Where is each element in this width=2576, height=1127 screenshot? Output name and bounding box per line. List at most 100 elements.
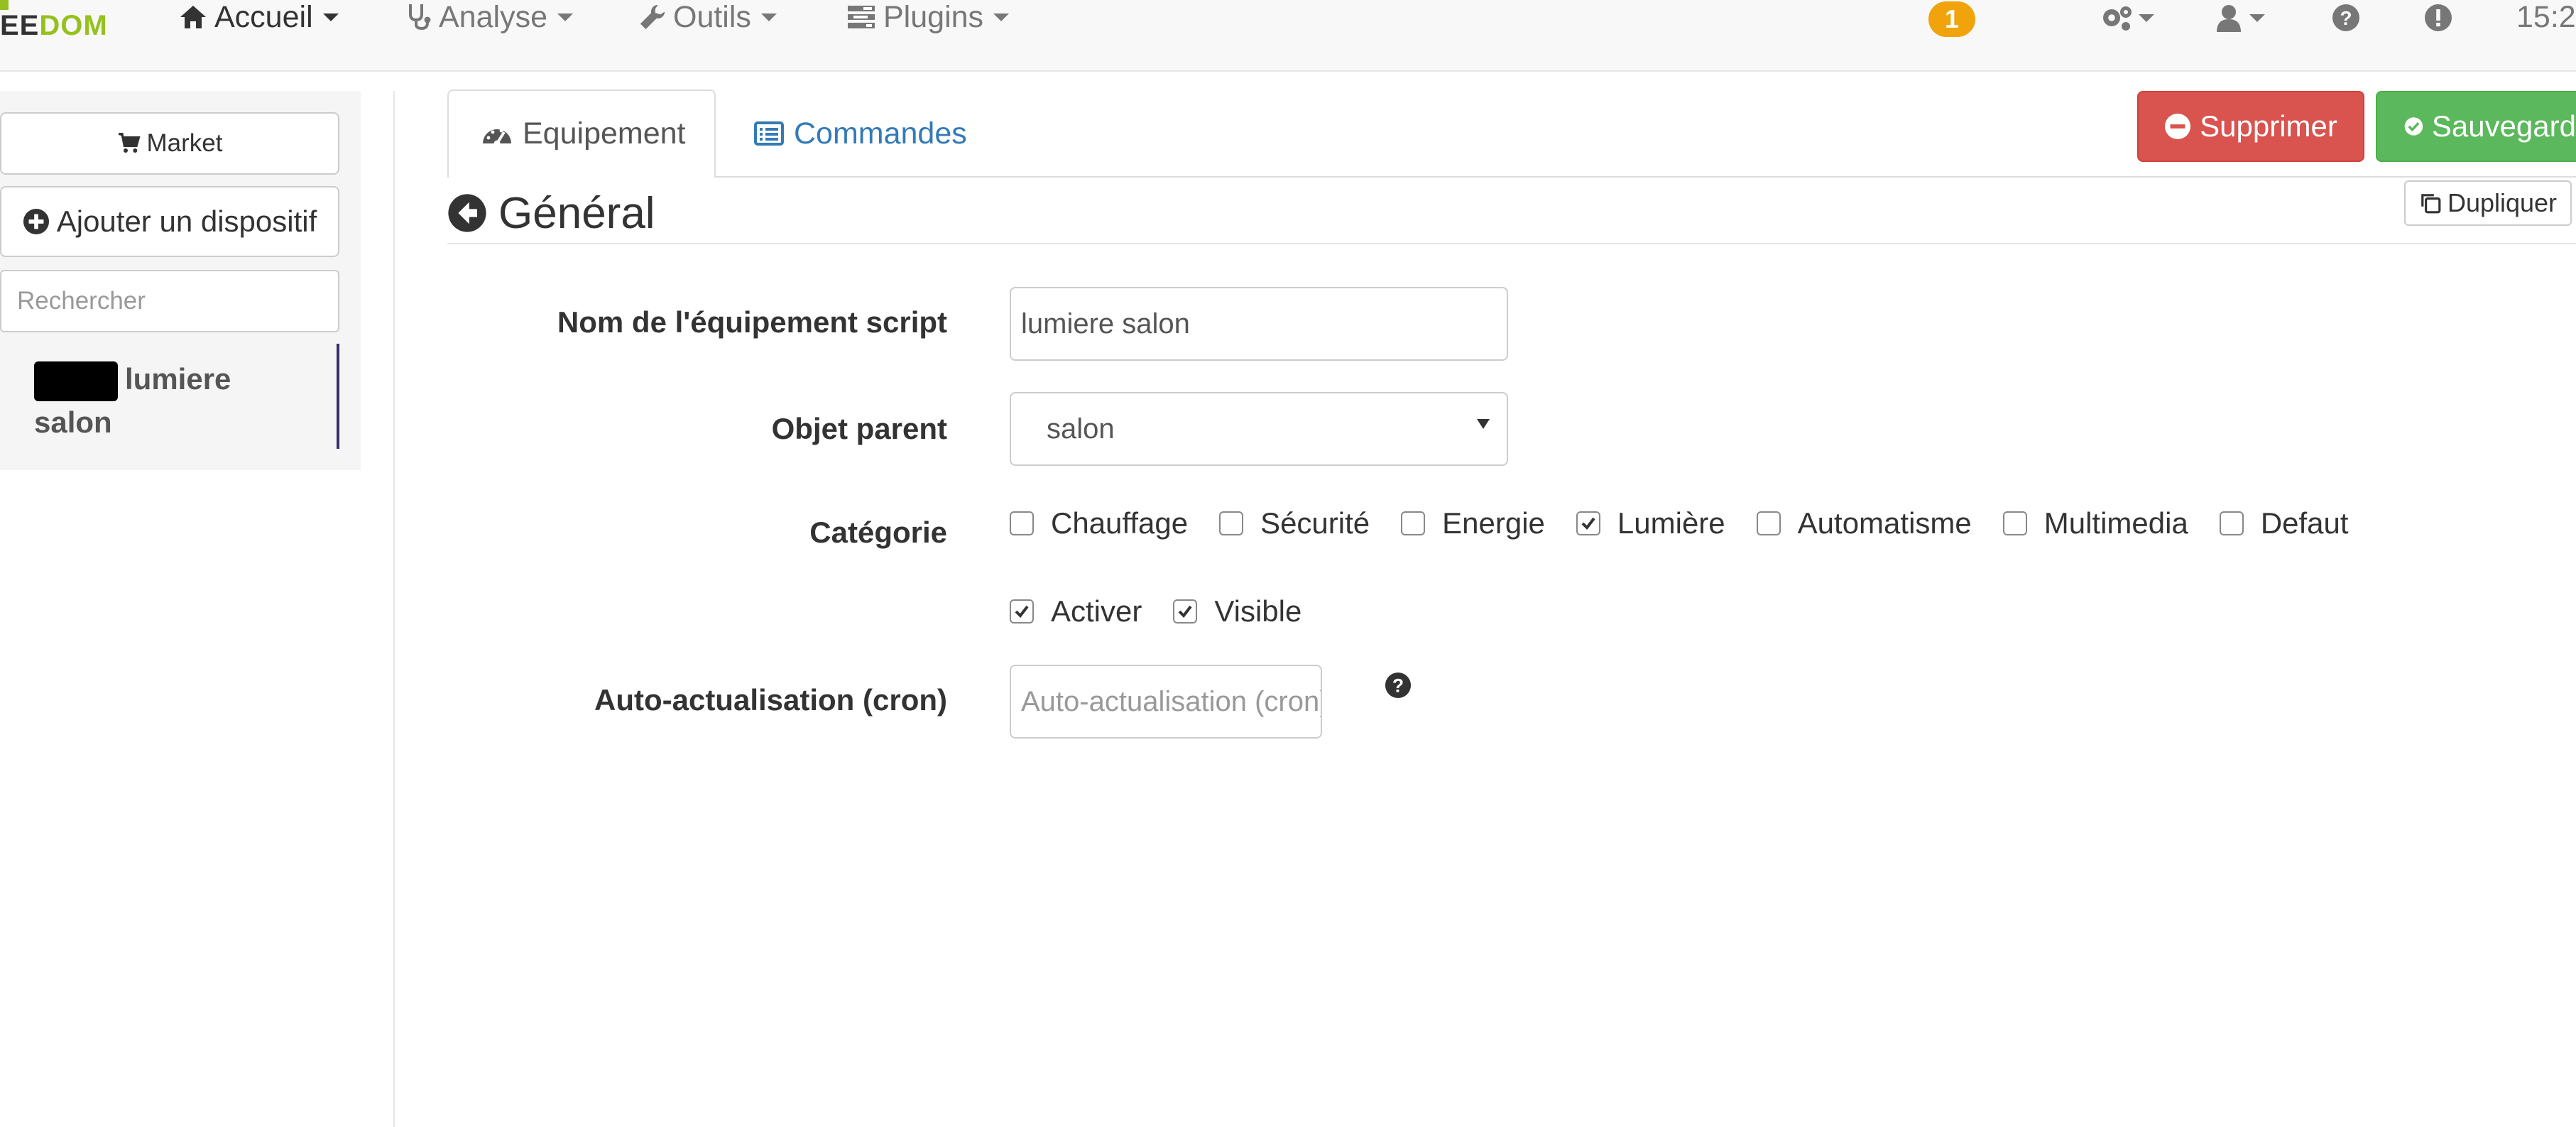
- checkbox[interactable]: [1010, 511, 1034, 535]
- market-button-label: Market: [146, 129, 223, 157]
- category-lumiere[interactable]: Lumière: [1576, 506, 1725, 540]
- gears-icon: [2103, 6, 2132, 31]
- logo-text-left: EE: [0, 10, 40, 41]
- save-button[interactable]: Sauvegard: [2376, 91, 2576, 162]
- checkbox-checked[interactable]: [1576, 511, 1600, 535]
- nav-plugins-label: Plugins: [883, 0, 984, 34]
- arrow-circle-left-icon[interactable]: [447, 193, 487, 233]
- chevron-down-icon: [2139, 13, 2154, 22]
- checkbox-checked[interactable]: [1010, 599, 1034, 624]
- checkbox[interactable]: [1756, 511, 1781, 535]
- parent-object-select[interactable]: salon: [1010, 392, 1508, 466]
- category-checkboxes: Chauffage Sécurité Energie Lumière Autom…: [1010, 501, 2380, 545]
- settings-menu[interactable]: [2100, 0, 2154, 36]
- category-label: Catégorie: [809, 516, 947, 549]
- tab-commandes[interactable]: Commandes: [754, 89, 967, 178]
- equipment-name-input[interactable]: lumiere salon: [1010, 287, 1508, 361]
- delete-button-label: Supprimer: [2200, 109, 2337, 143]
- flag-checkboxes: Activer Visible: [1010, 589, 1333, 633]
- check-icon: [1178, 605, 1192, 619]
- tab-commandes-label: Commandes: [794, 116, 967, 151]
- logo-text-right: DOM: [39, 10, 108, 41]
- nav-analyse[interactable]: Analyse: [406, 0, 573, 34]
- user-menu[interactable]: [2215, 0, 2265, 36]
- checkbox-label: Sécurité: [1260, 506, 1370, 540]
- user-icon: [2217, 5, 2241, 32]
- tab-equipement-content[interactable]: Equipement: [481, 89, 686, 178]
- alert-button[interactable]: [2424, 0, 2452, 36]
- notification-badge[interactable]: 1: [1928, 1, 1975, 37]
- plus-circle-icon: [23, 208, 49, 235]
- market-button[interactable]: Market: [0, 112, 339, 175]
- add-device-button[interactable]: Ajouter un dispositif: [0, 186, 339, 257]
- check-icon: [1581, 517, 1595, 530]
- checkbox[interactable]: [1401, 511, 1426, 535]
- checkbox-label: Multimedia: [2043, 506, 2188, 540]
- category-securite[interactable]: Sécurité: [1219, 506, 1370, 540]
- nav-analyse-label: Analyse: [439, 0, 547, 34]
- category-defaut[interactable]: Defaut: [2219, 506, 2349, 540]
- save-button-label: Sauvegard: [2431, 109, 2576, 143]
- checkbox-checked[interactable]: [1173, 599, 1198, 624]
- flag-activer[interactable]: Activer: [1010, 594, 1142, 628]
- select-arrow-icon: [1477, 419, 1490, 429]
- checkbox[interactable]: [2219, 511, 2244, 535]
- help-button[interactable]: ?: [2332, 0, 2360, 36]
- logo-mark: [0, 0, 9, 10]
- list-alt-icon: [754, 121, 784, 146]
- category-multimedia[interactable]: Multimedia: [2002, 506, 2188, 540]
- chevron-down-icon: [322, 13, 339, 21]
- minus-circle-icon: [2165, 113, 2191, 140]
- question-circle-icon: ?: [1385, 672, 1412, 699]
- duplicate-button[interactable]: Dupliquer: [2404, 180, 2572, 226]
- parent-object-value: salon: [1047, 413, 1115, 445]
- home-icon: [180, 6, 206, 28]
- nav-accueil[interactable]: Accueil: [179, 0, 339, 34]
- equipment-item-label-line1: lumiere: [125, 362, 231, 396]
- nav-outils[interactable]: Outils: [639, 0, 777, 34]
- checkbox[interactable]: [2002, 511, 2027, 535]
- chevron-down-icon: [993, 13, 1010, 21]
- tasks-icon: [848, 6, 875, 28]
- section-title: Général: [498, 188, 655, 238]
- nav-accueil-label: Accueil: [214, 0, 313, 34]
- parent-label: Objet parent: [771, 412, 947, 445]
- sidebar-divider: [393, 91, 395, 1127]
- checkbox-label: Lumière: [1617, 506, 1725, 540]
- section-legend: Général: [447, 186, 655, 240]
- nav-plugins[interactable]: Plugins: [846, 0, 1010, 34]
- cron-label: Auto-actualisation (cron): [594, 683, 947, 717]
- chevron-down-icon: [760, 13, 777, 21]
- checkbox-label: Chauffage: [1051, 506, 1189, 540]
- chevron-down-icon: [557, 13, 573, 21]
- name-label: Nom de l'équipement script: [557, 305, 947, 339]
- checkbox-label: Visible: [1214, 594, 1302, 628]
- duplicate-button-label: Dupliquer: [2447, 188, 2558, 217]
- checkbox[interactable]: [1219, 511, 1244, 535]
- cron-input[interactable]: Auto-actualisation (cron): [1010, 665, 1322, 739]
- checkbox-label: Defaut: [2260, 506, 2349, 540]
- clock: 15:2: [2516, 0, 2576, 34]
- legend-divider: [447, 243, 2576, 244]
- svg-text:?: ?: [2340, 7, 2352, 29]
- cron-placeholder: Auto-actualisation (cron): [1021, 685, 1322, 717]
- wrench-icon: [640, 4, 665, 30]
- shopping-cart-icon: [118, 133, 141, 153]
- svg-text:?: ?: [1392, 675, 1404, 697]
- exclamation-circle-icon: [2425, 4, 2452, 31]
- delete-button[interactable]: Supprimer: [2137, 91, 2364, 162]
- stethoscope-icon: [409, 4, 431, 31]
- redacted-image: [34, 361, 118, 401]
- equipment-name-value: lumiere salon: [1021, 307, 1190, 339]
- top-navbar: EEDOM Accueil Analyse Outils Plugins 1 ?…: [0, 0, 2576, 72]
- category-chauffage[interactable]: Chauffage: [1010, 506, 1188, 540]
- category-energie[interactable]: Energie: [1401, 506, 1545, 540]
- category-automatisme[interactable]: Automatisme: [1756, 506, 1972, 540]
- check-icon: [1015, 605, 1029, 619]
- jeedom-logo[interactable]: EEDOM: [0, 10, 108, 53]
- chevron-down-icon: [2249, 13, 2265, 22]
- cron-help-icon[interactable]: ?: [1385, 672, 1412, 702]
- flag-visible[interactable]: Visible: [1173, 594, 1301, 628]
- checkbox-label: Automatisme: [1797, 506, 1972, 540]
- copy-icon: [2421, 194, 2441, 214]
